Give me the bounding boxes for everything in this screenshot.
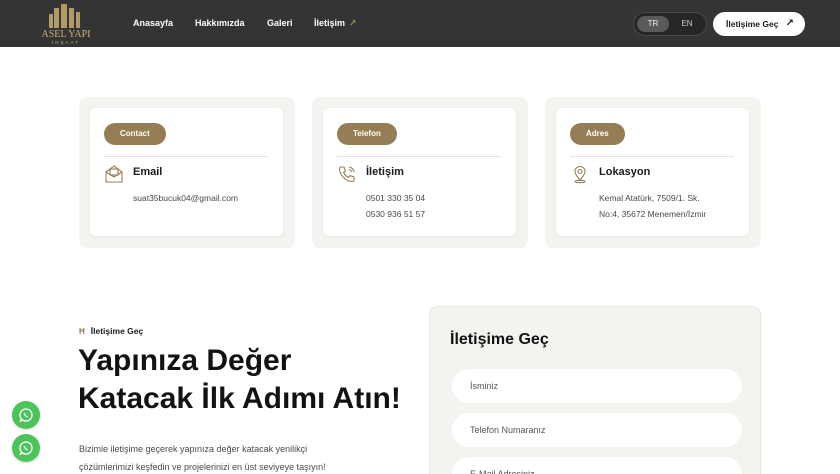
headline-line-1: Yapınıza Değer [78,344,292,377]
headline-line-2: Katacak İlk Adımı Atın! [78,382,401,415]
eyebrow-label: İletişime Geç [90,326,144,336]
address-line-2: No:4, 35672 Menemen/İzmir [599,209,707,219]
nav-link-gallery[interactable]: Galeri [267,18,293,28]
arrow-up-right-icon: ↗ [785,18,794,29]
contact-cta-button[interactable]: İletişime Geç ↗ [713,12,805,36]
phone-number-2[interactable]: 0530 936 51 57 [366,206,425,222]
card-badge: Telefon [337,123,397,145]
lang-option-en[interactable]: EN [671,16,703,32]
description-line-2: çözümlerimizi keşfedin ve projelerinizi … [79,462,326,472]
contact-card-address: Adres Lokasyon Kemal Atatürk, 7509/1. Sk… [545,97,761,248]
card-title: Lokasyon [599,166,651,178]
card-badge: Adres [570,123,625,145]
contact-cta-label: İletişime Geç [726,19,779,29]
contact-form: İletişime Geç [429,306,761,474]
phone-number-1[interactable]: 0501 330 35 04 [366,190,425,206]
phone-icon [337,164,357,184]
whatsapp-icon [18,441,33,456]
card-title: Email [133,166,163,178]
nav-link-contact[interactable]: İletişim ↗ [314,18,357,29]
card-content: Kemal Atatürk, 7509/1. Sk. No:4, 35672 M… [599,190,706,222]
name-input[interactable] [452,369,742,403]
language-switcher: TR EN [633,12,707,36]
logo-subtext: İNŞAAT [52,39,80,45]
contact-card-phone: Telefon İletişim 0501 330 35 04 0530 936… [312,97,528,248]
contact-card-email: Contact Email suat35bucuk04@gmail.com [79,97,295,248]
phone-input[interactable] [452,413,742,447]
whatsapp-button[interactable] [12,434,40,462]
card-divider [337,156,501,157]
navbar: ASEL YAPI İNŞAAT Anasayfa Hakkımızda Gal… [0,0,840,47]
company-logo[interactable]: ASEL YAPI İNŞAAT [32,2,100,45]
nav-link-contact-label: İletişim [314,18,346,28]
card-content: 0501 330 35 04 0530 936 51 57 [366,190,425,222]
arrow-up-right-icon: ↗ [349,18,357,28]
form-title: İletişime Geç [450,331,549,348]
section-headline: Yapınıza Değer Katacak İlk Adımı Atın! [78,342,401,418]
section-description: Bizimle iletişime geçerek yapınıza değer… [79,440,326,474]
card-divider [104,156,268,157]
brand-mark-icon: Ħ [79,327,85,336]
whatsapp-icon [18,408,33,423]
lang-option-tr[interactable]: TR [637,16,669,32]
whatsapp-button[interactable] [12,401,40,429]
card-badge: Contact [104,123,166,145]
logo-text: ASEL YAPI [42,29,91,40]
section-eyebrow: Ħ İletişime Geç [79,326,143,336]
envelope-icon [104,164,124,184]
nav-link-about[interactable]: Hakkımızda [195,18,245,28]
card-title: İletişim [366,166,404,178]
nav-link-home[interactable]: Anasayfa [133,18,173,28]
card-content: suat35bucuk04@gmail.com [133,190,238,206]
card-inner: Contact Email suat35bucuk04@gmail.com [90,108,283,236]
card-divider [570,156,734,157]
card-inner: Telefon İletişim 0501 330 35 04 0530 936… [323,108,516,236]
description-line-1: Bizimle iletişime geçerek yapınıza değer… [79,444,308,454]
email-input[interactable] [452,457,742,474]
card-inner: Adres Lokasyon Kemal Atatürk, 7509/1. Sk… [556,108,749,236]
location-pin-icon [570,164,590,184]
email-address[interactable]: suat35bucuk04@gmail.com [133,190,238,206]
address-line-1: Kemal Atatürk, 7509/1. Sk. [599,193,700,203]
